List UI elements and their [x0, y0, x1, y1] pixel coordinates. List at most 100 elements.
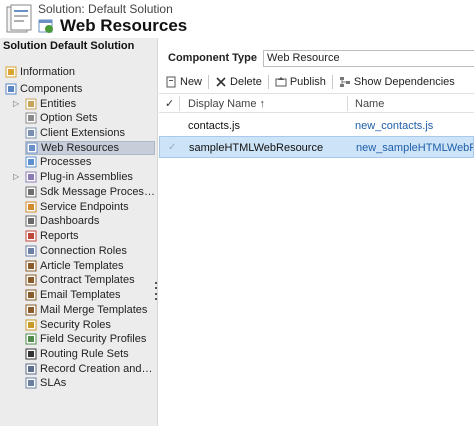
sidebar-item-label: Contract Templates [40, 274, 135, 286]
component-type-select[interactable]: Web Resource [263, 49, 474, 67]
display-name-cell: sampleHTMLWebResource [189, 142, 324, 154]
toolbar-separator [208, 75, 210, 89]
sidebar-item-label: Email Templates [40, 289, 121, 301]
table-row[interactable]: contacts.js new_contacts.js [159, 115, 474, 137]
sidebar-item-entities[interactable]: Entities [25, 97, 155, 111]
contract-templates-icon [25, 274, 37, 286]
sidebar-item-contract-templates[interactable]: Contract Templates [25, 273, 155, 287]
page-title: Web Resources [60, 16, 188, 35]
new-button[interactable]: New [161, 73, 206, 91]
sidebar-item-web-resources[interactable]: Web Resources [25, 141, 155, 155]
publish-button[interactable]: Publish [271, 73, 330, 91]
solution-name: Solution: Default Solution [38, 2, 173, 16]
solution-navigation: Solution Default Solution Information Com… [0, 38, 158, 426]
delete-icon [216, 77, 226, 87]
entities-icon [25, 98, 37, 110]
main-panel: Component Type Web Resource New Delete P [159, 38, 474, 426]
sidebar-item-label: Sdk Message Processing S... [40, 186, 155, 198]
select-all-checkbox[interactable]: ✓ [165, 97, 174, 110]
web-resources-icon [26, 142, 38, 154]
sidebar-item-slas[interactable]: SLAs [25, 376, 155, 390]
new-label: New [180, 76, 203, 88]
sidebar-item-client-extensions[interactable]: Client Extensions [25, 126, 155, 140]
sidebar-item-label: Components [20, 83, 83, 95]
name-cell[interactable]: new_contacts.js [355, 120, 472, 132]
column-header-display-name[interactable]: Display Name ↑ [188, 98, 265, 110]
sidebar-item-label: Plug-in Assemblies [40, 171, 133, 183]
client-extensions-icon [25, 127, 37, 139]
sidebar-item-label: Reports [40, 230, 79, 242]
sidebar-item-label: Option Sets [40, 112, 98, 124]
sidebar-item-service-endpoints[interactable]: Service Endpoints [25, 200, 155, 214]
dashboards-icon [25, 215, 37, 227]
display-name-cell: contacts.js [188, 120, 240, 132]
column-header-name[interactable]: Name [355, 98, 384, 110]
sidebar-item-label: Service Endpoints [40, 201, 129, 213]
column-divider [347, 96, 348, 111]
page-header: Solution: Default Solution Web Resources [0, 0, 474, 38]
processes-icon [25, 156, 37, 168]
connection-roles-icon [25, 245, 37, 257]
mail-merge-templates-icon [25, 304, 37, 316]
sidebar-item-label: Mail Merge Templates [40, 304, 148, 316]
information-icon [5, 66, 17, 78]
sidebar-item-label: Field Security Profiles [40, 333, 147, 345]
sidebar-item-plug-in-assemblies[interactable]: Plug-in Assemblies [25, 170, 155, 184]
sidebar-item-label: Client Extensions [40, 127, 125, 139]
sidebar-item-dashboards[interactable]: Dashboards [25, 214, 155, 228]
publish-icon [275, 77, 287, 87]
service-endpoints-icon [25, 201, 37, 213]
sidebar-item-record-creation-and-upda[interactable]: Record Creation and Upda... [25, 362, 155, 376]
show-dependencies-button[interactable]: Show Dependencies [335, 73, 459, 91]
sidebar-item-label: Connection Roles [40, 245, 127, 257]
security-roles-icon [25, 319, 37, 331]
row-checkmark[interactable]: ✓ [168, 142, 176, 153]
plugin-assemblies-icon [25, 171, 37, 183]
sidebar-item-label: Information [20, 66, 76, 78]
solution-icon [6, 4, 32, 33]
publish-label: Publish [289, 76, 326, 88]
article-templates-icon [25, 260, 37, 272]
toolbar-separator [267, 75, 269, 89]
email-templates-icon [25, 289, 37, 301]
sidebar-title: Solution Default Solution [3, 40, 135, 52]
sidebar-item-field-security-profiles[interactable]: Field Security Profiles [25, 332, 155, 346]
component-type-row: Component Type Web Resource [168, 49, 474, 67]
expand-toggle[interactable]: ▷ [13, 172, 21, 182]
sidebar-item-connection-roles[interactable]: Connection Roles [25, 244, 155, 258]
sdk-message-icon [25, 186, 37, 198]
slas-icon [25, 377, 37, 389]
record-creation-icon [25, 363, 37, 375]
components-icon [5, 83, 17, 95]
sidebar-item-label: Dashboards [40, 215, 100, 227]
component-type-label: Component Type [168, 52, 258, 64]
sidebar-item-label: Processes [40, 156, 92, 168]
sidebar-item-components[interactable]: Components [5, 82, 155, 96]
grid-header: ✓ Display Name ↑ Name [159, 93, 474, 113]
table-row[interactable]: ✓ sampleHTMLWebResource new_sampleHTMLWe… [159, 136, 474, 158]
sidebar-item-reports[interactable]: Reports [25, 229, 155, 243]
web-resources-icon [38, 19, 53, 33]
sidebar-item-option-sets[interactable]: Option Sets [25, 111, 155, 125]
sidebar-item-article-templates[interactable]: Article Templates [25, 259, 155, 273]
sidebar-item-processes[interactable]: Processes [25, 155, 155, 169]
new-icon [166, 76, 176, 88]
sidebar-item-email-templates[interactable]: Email Templates [25, 288, 155, 302]
sidebar-item-information[interactable]: Information [5, 65, 155, 79]
delete-label: Delete [230, 76, 262, 88]
expand-toggle[interactable]: ▷ [13, 99, 21, 109]
delete-button[interactable]: Delete [211, 73, 266, 91]
sidebar-item-label: Entities [40, 98, 77, 110]
sidebar-item-label: Security Roles [40, 319, 111, 331]
sidebar-item-mail-merge-templates[interactable]: Mail Merge Templates [25, 303, 155, 317]
sidebar-item-label: Article Templates [40, 260, 124, 272]
reports-icon [25, 230, 37, 242]
toolbar: New Delete Publish Show Dependencies [161, 72, 472, 92]
sidebar-item-security-roles[interactable]: Security Roles [25, 318, 155, 332]
column-divider [179, 96, 180, 111]
sidebar-item-sdk-message-processing-s[interactable]: Sdk Message Processing S... [25, 185, 155, 199]
toolbar-separator [331, 75, 333, 89]
dependencies-icon [339, 77, 350, 87]
name-cell[interactable]: new_sampleHTMLWebRes... [356, 142, 473, 154]
sidebar-item-routing-rule-sets[interactable]: Routing Rule Sets [25, 347, 155, 361]
